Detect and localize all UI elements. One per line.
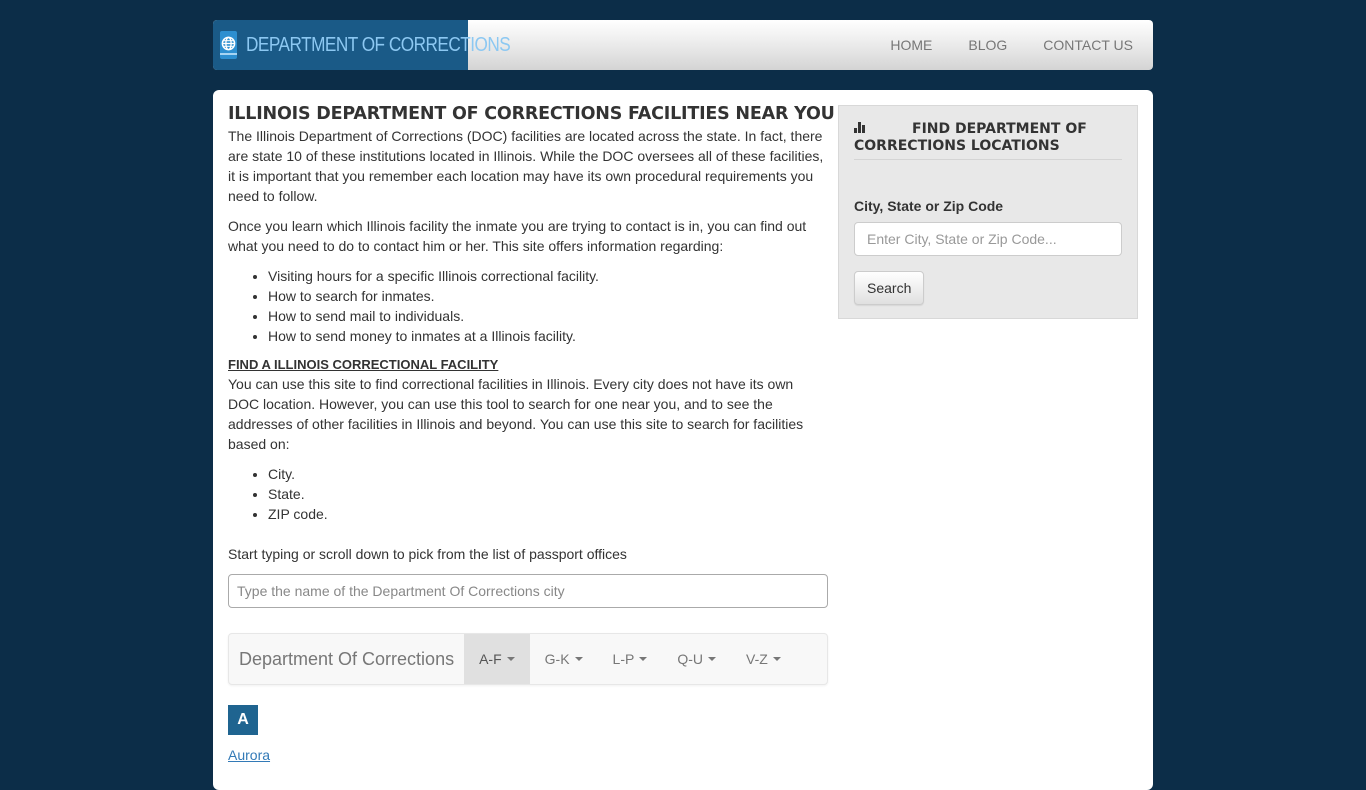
tab-l-p[interactable]: L-P <box>598 634 663 684</box>
nav-blog-link[interactable]: BLOG <box>968 35 1007 55</box>
city-search-input[interactable] <box>228 574 828 608</box>
intro-paragraph: The Illinois Department of Corrections (… <box>228 128 824 204</box>
tab-a-f[interactable]: A-F <box>464 634 530 684</box>
location-input[interactable] <box>854 222 1122 256</box>
search-paragraph: You can use this site to find correction… <box>228 376 804 452</box>
list-item: State. <box>268 484 828 504</box>
top-navbar: DEPARTMENT OF CORRECTIONS HOME BLOG CONT… <box>213 20 1153 70</box>
widget-title-text: FIND DEPARTMENT OF CORRECTIONS LOCATIONS <box>854 121 1087 154</box>
tab-q-u[interactable]: Q-U <box>662 634 731 684</box>
location-search-widget: FIND DEPARTMENT OF CORRECTIONS LOCATIONS… <box>838 105 1138 319</box>
list-item: How to search for inmates. <box>268 286 828 306</box>
alphabet-navbar: Department Of Corrections A-F G-K L-P Q-… <box>228 633 828 685</box>
list-item: How to send money to inmates at a Illino… <box>268 326 828 346</box>
search-criteria-list: City. State. ZIP code. <box>268 464 828 524</box>
nav-contact-link[interactable]: CONTACT US <box>1043 35 1133 55</box>
main-column: ILLINOIS DEPARTMENT OF CORRECTIONS FACIL… <box>228 102 835 765</box>
widget-title: FIND DEPARTMENT OF CORRECTIONS LOCATIONS <box>854 121 1122 160</box>
brand-logo[interactable]: DEPARTMENT OF CORRECTIONS <box>213 20 511 70</box>
list-item: City. <box>268 464 828 484</box>
caret-down-icon <box>506 657 515 661</box>
search-button[interactable]: Search <box>854 271 925 305</box>
tab-v-z[interactable]: V-Z <box>731 634 796 684</box>
field-label: City, State or Zip Code <box>854 198 1004 214</box>
caret-down-icon <box>639 657 648 661</box>
city-link[interactable]: Aurora <box>228 745 270 765</box>
info-list: Visiting hours for a specific Illinois c… <box>268 266 828 346</box>
alpha-nav-title[interactable]: Department Of Corrections <box>229 634 464 684</box>
caret-down-icon <box>708 657 716 661</box>
section-heading: FIND A ILLINOIS CORRECTIONAL FACILITY <box>228 357 499 372</box>
content-panel: ILLINOIS DEPARTMENT OF CORRECTIONS FACIL… <box>213 90 1153 790</box>
instruction-text: Start typing or scroll down to pick from… <box>228 546 627 562</box>
info-paragraph: Once you learn which Illinois facility t… <box>228 218 807 254</box>
nav-home-link[interactable]: HOME <box>890 35 932 55</box>
tab-label: L-P <box>612 651 635 667</box>
brand-title: DEPARTMENT OF CORRECTIONS <box>246 34 511 56</box>
list-item: How to send mail to individuals. <box>268 306 828 326</box>
page-title: ILLINOIS DEPARTMENT OF CORRECTIONS FACIL… <box>228 104 835 124</box>
caret-down-icon <box>772 657 781 661</box>
passport-globe-icon <box>220 31 237 59</box>
tab-label: G-K <box>544 651 570 667</box>
nav-menu: HOME BLOG CONTACT US <box>854 20 1133 70</box>
tab-label: Q-U <box>677 651 703 667</box>
list-item: Visiting hours for a specific Illinois c… <box>268 266 828 286</box>
list-item: ZIP code. <box>268 504 828 524</box>
tab-label: A-F <box>479 651 502 667</box>
tab-label: V-Z <box>746 651 768 667</box>
letter-badge: A <box>228 705 258 735</box>
caret-down-icon <box>574 657 583 661</box>
bar-chart-icon <box>854 122 868 133</box>
tab-g-k[interactable]: G-K <box>530 634 598 684</box>
